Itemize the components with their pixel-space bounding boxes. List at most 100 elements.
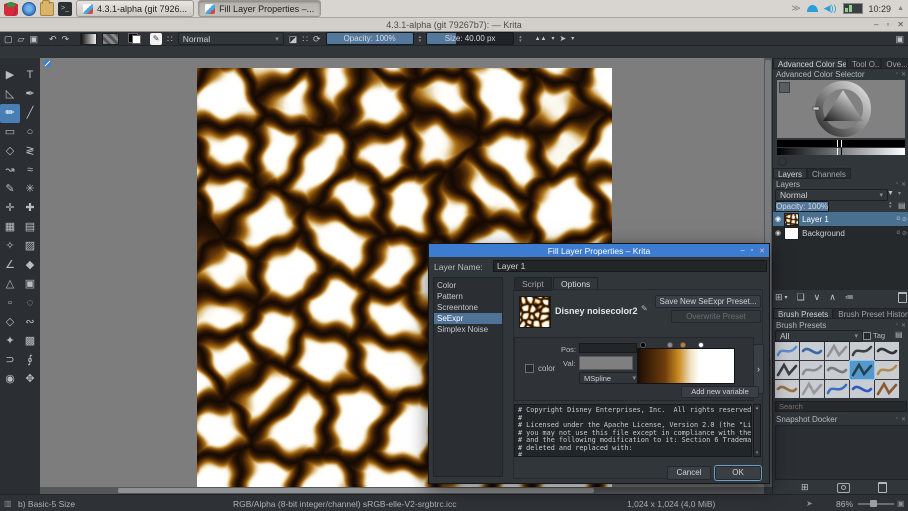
file-manager-icon[interactable]: [40, 2, 54, 16]
maximize-icon[interactable]: ▫: [886, 20, 889, 29]
brush-preset-item[interactable]: [850, 361, 874, 379]
brush-preset-item[interactable]: [850, 380, 874, 398]
contiguous-select-tool[interactable]: ✦: [0, 332, 20, 351]
dialog-titlebar[interactable]: Fill Layer Properties – Krita – ▫ ✕: [429, 244, 769, 257]
calligraphy-tool[interactable]: ✒: [20, 85, 40, 104]
mirror-vertical-icon[interactable]: ➤: [560, 32, 567, 46]
dock-tab-ove[interactable]: Ove...: [881, 58, 908, 69]
freehand-path-tool[interactable]: ≈: [20, 161, 40, 180]
advanced-color-selector[interactable]: [777, 80, 905, 138]
opacity-slider[interactable]: Opacity: 100%: [326, 32, 414, 45]
save-preset-button[interactable]: Save New SeExpr Preset...: [655, 295, 761, 308]
gradient-dots-icon[interactable]: ∷: [302, 32, 308, 46]
gradient-stop-handle[interactable]: [640, 342, 646, 348]
close-icon[interactable]: ✕: [759, 247, 765, 255]
close-docker-icon[interactable]: ✕: [901, 322, 906, 329]
chevron-down-icon[interactable]: ▾: [552, 32, 555, 46]
fill-tool[interactable]: ◆: [20, 256, 40, 275]
zoom-slider[interactable]: [858, 503, 894, 505]
ellipse-select-tool[interactable]: ◌: [20, 294, 40, 313]
maximize-icon[interactable]: ▫: [751, 247, 753, 254]
float-docker-icon[interactable]: ▫: [896, 181, 898, 188]
variable-checkbox[interactable]: [525, 364, 534, 373]
gradient-tool[interactable]: ▤: [20, 218, 40, 237]
dock-tab-tool-o[interactable]: Tool O...: [847, 58, 882, 69]
layer-list-options-icon[interactable]: ▤: [898, 201, 906, 210]
brush-preset-item[interactable]: [775, 342, 799, 360]
ok-button[interactable]: OK: [715, 466, 761, 480]
layer-opacity-slider[interactable]: Opacity: 100%: [775, 201, 829, 212]
inherit-alpha-icon[interactable]: ⊘: [902, 230, 907, 237]
overwrite-preset-button[interactable]: Overwrite Preset: [671, 310, 761, 323]
selector-shape-icon[interactable]: [779, 82, 790, 93]
float-docker-icon[interactable]: ▫: [896, 71, 898, 78]
line-tool[interactable]: ╱: [20, 104, 40, 123]
redo-icon[interactable]: ↷: [62, 32, 70, 46]
brush-preset-item[interactable]: [875, 361, 899, 379]
edit-preset-icon[interactable]: ✎: [641, 304, 648, 313]
brush-preset-item[interactable]: [825, 361, 849, 379]
clock[interactable]: 10:29: [869, 4, 892, 14]
taskbar-window-fill-layer[interactable]: Fill Layer Properties –...: [198, 0, 321, 17]
size-spinner[interactable]: ▴▾: [519, 35, 522, 43]
wifi-icon[interactable]: [807, 5, 818, 12]
brush-preset-item[interactable]: [800, 380, 824, 398]
value-bar[interactable]: [777, 140, 905, 147]
brush-presets-grid-icon[interactable]: ∷: [167, 32, 173, 46]
alpha-icon[interactable]: α: [897, 216, 900, 223]
zoom-level-label[interactable]: 86%: [836, 499, 853, 509]
undo-icon[interactable]: ↶: [49, 32, 57, 46]
float-docker-icon[interactable]: ▫: [896, 322, 898, 329]
bezier-select-tool[interactable]: ∮: [20, 351, 40, 370]
minimize-icon[interactable]: –: [741, 247, 745, 254]
script-scrollbar[interactable]: ▴ ▾: [753, 404, 761, 457]
gradient-chooser[interactable]: [80, 33, 97, 45]
layer-properties-icon[interactable]: ≔: [845, 292, 854, 303]
eraser-mode-icon[interactable]: ◪: [289, 32, 298, 46]
multibrush-tool[interactable]: ✳: [20, 180, 40, 199]
delete-layer-icon[interactable]: [898, 292, 907, 303]
tab-layers[interactable]: Layers: [773, 168, 807, 179]
add-variable-button[interactable]: Add new variable: [681, 386, 759, 398]
inherit-alpha-icon[interactable]: ⊘: [902, 216, 907, 223]
gradient-stop-handle[interactable]: [698, 342, 704, 348]
snapshot-list[interactable]: [775, 425, 908, 480]
duplicate-layer-icon[interactable]: ❏: [797, 292, 805, 303]
dynamic-brush-tool[interactable]: ✎: [0, 180, 20, 199]
fit-page-icon[interactable]: ▣: [897, 499, 905, 508]
foreground-background-colors[interactable]: [128, 33, 141, 44]
shape-select-tool[interactable]: ▶: [0, 66, 20, 85]
layer-blending-dropdown[interactable]: Normal ▾: [775, 189, 888, 201]
scroll-up-icon[interactable]: ▴: [756, 405, 759, 411]
blending-mode-dropdown[interactable]: Normal ▾: [178, 32, 284, 45]
camera-icon[interactable]: [837, 483, 850, 493]
dock-tab-advanced-color-sel[interactable]: Advanced Color Sel...: [773, 58, 847, 69]
close-docker-icon[interactable]: ✕: [901, 181, 906, 188]
create-snapshot-icon[interactable]: ⊞: [801, 482, 809, 493]
brush-preset-item[interactable]: [850, 342, 874, 360]
system-monitor-widget[interactable]: [843, 3, 863, 14]
volume-icon[interactable]: ◀)): [824, 3, 837, 14]
brush-preset-item[interactable]: [800, 361, 824, 379]
layer-name-input[interactable]: [493, 260, 767, 272]
edit-shapes-tool[interactable]: ◺: [0, 85, 20, 104]
generator-color[interactable]: Color: [434, 280, 502, 291]
brush-preset-item[interactable]: [800, 342, 824, 360]
layer-visibility-icon[interactable]: ◉: [775, 229, 781, 237]
chevron-down-icon[interactable]: ▾: [898, 190, 901, 197]
filter-layers-icon[interactable]: ▼: [887, 190, 894, 197]
script-editor[interactable]: # Copyright Disney Enterprises, Inc. All…: [514, 404, 752, 457]
generator-screentone[interactable]: Screentone: [434, 302, 502, 313]
terminal-icon[interactable]: >_: [58, 2, 72, 16]
freehand-brush-tool[interactable]: ✏: [0, 104, 20, 123]
color-wheel[interactable]: [777, 80, 905, 138]
cancel-button[interactable]: Cancel: [667, 466, 711, 480]
gradient-stop-handle[interactable]: [680, 342, 686, 348]
value-color-swatch[interactable]: [579, 356, 633, 370]
brush-size-slider[interactable]: Size: 40.00 px: [426, 32, 514, 45]
move-layer-down-icon[interactable]: ∨: [814, 292, 821, 303]
layer-visibility-icon[interactable]: ◉: [775, 215, 781, 223]
polyline-tool[interactable]: ≷: [20, 142, 40, 161]
tag-checkbox[interactable]: Tag: [863, 331, 885, 340]
horizontal-scrollbar[interactable]: [40, 487, 764, 494]
